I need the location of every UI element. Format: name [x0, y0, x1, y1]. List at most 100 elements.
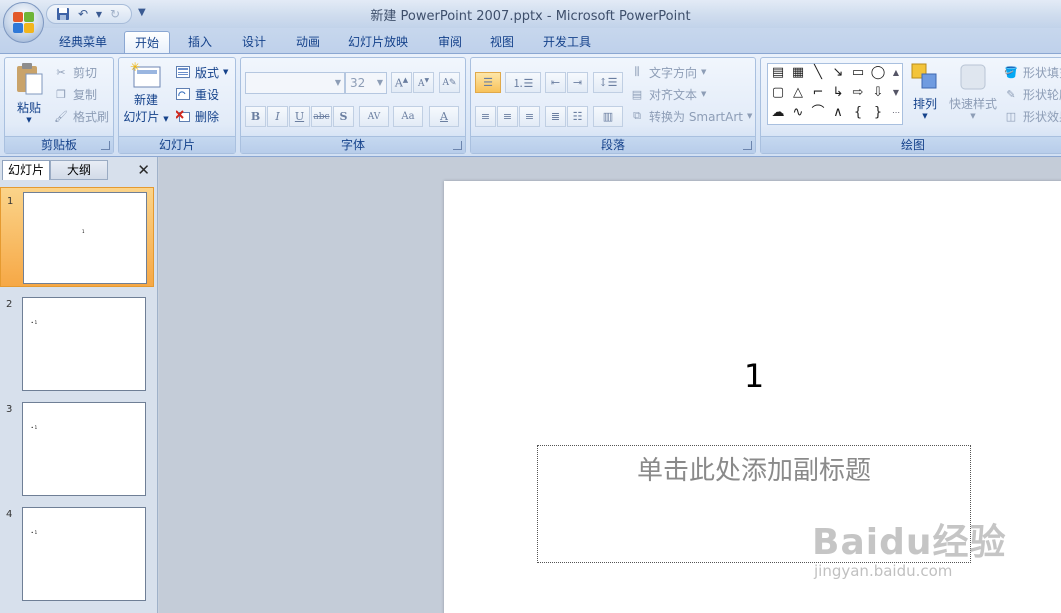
- new-slide-label-1: 新建: [133, 93, 158, 107]
- align-left-button[interactable]: ≡: [475, 106, 496, 127]
- triangle-shape-icon[interactable]: △: [790, 86, 806, 100]
- strikethrough-button[interactable]: abc: [311, 106, 332, 127]
- columns-icon: ▥: [602, 110, 614, 123]
- font-name-combo[interactable]: ▼: [245, 72, 345, 94]
- align-text-label: 对齐文本: [649, 87, 698, 102]
- shape-effects-button[interactable]: ◫ 形状效果: [1003, 106, 1061, 126]
- change-case-button[interactable]: Aa: [393, 106, 423, 127]
- font-size-combo[interactable]: 32 ▼: [345, 72, 387, 94]
- slide-thumbnail[interactable]: • 1: [22, 297, 146, 391]
- ribbon-tabs: 经典菜单 开始 插入 设计 动画 幻灯片放映 审阅 视图 开发工具: [0, 28, 1061, 53]
- cut-button[interactable]: ✂ 剪切: [53, 62, 97, 82]
- office-button[interactable]: [3, 2, 44, 43]
- font-launcher-icon[interactable]: [453, 141, 462, 150]
- rectangle-shape-icon[interactable]: ▭: [850, 66, 866, 80]
- align-text-button[interactable]: ▤ 对齐文本 ▼: [629, 84, 707, 104]
- gallery-up-icon[interactable]: ▲: [888, 66, 904, 80]
- down-arrow-shape-icon[interactable]: ⇩: [870, 86, 886, 100]
- new-slide-button[interactable]: ✳ 新建 幻灯片 ▼: [121, 60, 171, 125]
- rounded-rectangle-shape-icon[interactable]: ▢: [770, 86, 786, 100]
- columns-button[interactable]: ▥: [593, 106, 623, 127]
- slide-thumbnail-row[interactable]: 1 1: [0, 187, 154, 287]
- slide-number: 2: [6, 299, 13, 310]
- scissors-icon: ✂: [56, 65, 66, 79]
- close-pane-icon[interactable]: ✕: [137, 161, 150, 179]
- grow-font-button[interactable]: A▲: [391, 72, 412, 93]
- line-spacing-button[interactable]: ↕☰: [593, 72, 623, 93]
- slide-thumbnail-row[interactable]: 3 • 1: [0, 396, 154, 496]
- gallery-down-icon[interactable]: ▼: [888, 86, 904, 100]
- slide-thumbnail-row[interactable]: 2 • 1: [0, 291, 154, 391]
- paste-icon: [14, 62, 44, 99]
- vertical-textbox-shape-icon[interactable]: ▦: [790, 66, 806, 80]
- right-arrow-shape-icon[interactable]: ⇨: [850, 86, 866, 100]
- numbering-button[interactable]: ⒈☰: [505, 72, 541, 93]
- arrow-line-shape-icon[interactable]: ↘: [830, 66, 846, 80]
- clear-formatting-button[interactable]: A✎: [439, 72, 460, 93]
- tab-slides-pane[interactable]: 幻灯片: [2, 160, 50, 180]
- format-painter-button[interactable]: 🖌 格式刷: [53, 106, 109, 126]
- decrease-indent-button[interactable]: ⇤: [545, 72, 566, 93]
- right-brace-shape-icon[interactable]: }: [870, 106, 886, 120]
- paste-button[interactable]: 粘贴 ▼: [11, 62, 47, 124]
- align-center-button[interactable]: ≡: [497, 106, 518, 127]
- font-size-dropdown-icon: ▼: [376, 78, 383, 87]
- increase-indent-button[interactable]: ⇥: [567, 72, 588, 93]
- tab-view[interactable]: 视图: [482, 31, 522, 53]
- freeform-shape-icon[interactable]: ∿: [790, 106, 806, 120]
- layout-button[interactable]: 版式 ▼: [175, 62, 228, 82]
- tab-outline-pane[interactable]: 大纲: [50, 160, 108, 180]
- align-right-button[interactable]: ≡: [519, 106, 540, 127]
- justify-button[interactable]: ≣: [545, 106, 566, 127]
- slides-pane: 幻灯片 大纲 ✕ 1 1 2 • 1 3 • 1 4 • 1: [0, 157, 158, 613]
- line-shape-icon[interactable]: ╲: [810, 66, 826, 80]
- reset-button[interactable]: 重设: [175, 84, 219, 104]
- slide-thumbnail-row[interactable]: 4 • 1: [0, 501, 154, 601]
- tab-home[interactable]: 开始: [124, 31, 170, 53]
- convert-smartart-button[interactable]: ⧉ 转换为 SmartArt ▼: [629, 106, 752, 126]
- tab-design[interactable]: 设计: [234, 31, 274, 53]
- shapes-gallery[interactable]: ▤ ▦ ╲ ↘ ▭ ◯ ▢ △ ⌐ ↳ ⇨ ⇩ ☁ ∿ ⌒ ∧ { } ▲ ▼ …: [767, 63, 903, 125]
- slide-thumbnail[interactable]: 1: [23, 192, 147, 284]
- tab-classic-menu[interactable]: 经典菜单: [52, 31, 114, 53]
- brush-icon: 🖌: [54, 109, 68, 123]
- shrink-font-button[interactable]: A▼: [413, 72, 434, 93]
- shadow-button[interactable]: S: [333, 106, 354, 127]
- italic-button[interactable]: I: [267, 106, 288, 127]
- slide-title[interactable]: 1: [444, 357, 1061, 395]
- gallery-more-icon[interactable]: ⋯: [888, 106, 904, 120]
- copy-button[interactable]: ❐ 复制: [53, 84, 97, 104]
- delete-button[interactable]: 删除: [175, 106, 219, 126]
- curve-shape-icon[interactable]: ⌒: [810, 106, 826, 120]
- char-spacing-button[interactable]: AV: [359, 106, 389, 127]
- justify-icon: ≣: [550, 110, 561, 123]
- shape-outline-button[interactable]: ✎ 形状轮廓: [1003, 84, 1061, 104]
- tab-review[interactable]: 审阅: [430, 31, 470, 53]
- tab-animation[interactable]: 动画: [288, 31, 328, 53]
- textbox-shape-icon[interactable]: ▤: [770, 66, 786, 80]
- paragraph-launcher-icon[interactable]: [743, 141, 752, 150]
- left-brace-shape-icon[interactable]: {: [850, 106, 866, 120]
- distribute-button[interactable]: ☷: [567, 106, 588, 127]
- clipboard-launcher-icon[interactable]: [101, 141, 110, 150]
- align-center-icon: ≡: [502, 110, 513, 123]
- shape-fill-button[interactable]: 🪣 形状填充: [1003, 62, 1061, 82]
- text-direction-button[interactable]: ⫼ 文字方向 ▼: [629, 62, 706, 82]
- cloud-shape-icon[interactable]: ☁: [770, 106, 786, 120]
- tab-slideshow[interactable]: 幻灯片放映: [340, 31, 416, 53]
- underline-button[interactable]: U: [289, 106, 310, 127]
- arrange-button[interactable]: 排列 ▼: [907, 62, 943, 120]
- oval-shape-icon[interactable]: ◯: [870, 66, 886, 80]
- slide-thumbnail[interactable]: • 1: [22, 507, 146, 601]
- bullets-button[interactable]: ☰: [475, 72, 501, 93]
- tab-insert[interactable]: 插入: [180, 31, 220, 53]
- quick-styles-button[interactable]: 快速样式 ▼: [947, 62, 999, 120]
- tab-developer[interactable]: 开发工具: [536, 31, 598, 53]
- font-color-button[interactable]: A: [429, 106, 459, 127]
- bold-button[interactable]: B: [245, 106, 266, 127]
- arc-shape-icon[interactable]: ∧: [830, 106, 846, 120]
- slide-thumbnail[interactable]: • 1: [22, 402, 146, 496]
- slide-number: 3: [6, 404, 13, 415]
- elbow-arrow-shape-icon[interactable]: ↳: [830, 86, 846, 100]
- elbow-connector-shape-icon[interactable]: ⌐: [810, 86, 826, 100]
